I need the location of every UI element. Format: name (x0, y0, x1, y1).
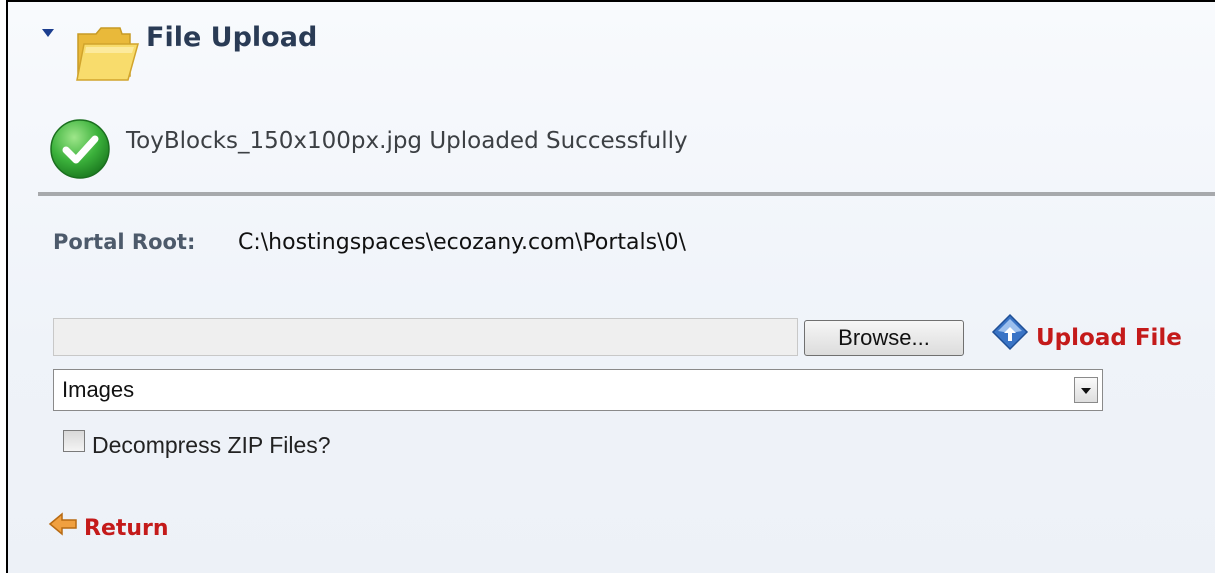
upload-diamond-icon[interactable] (990, 313, 1030, 357)
file-path-input[interactable] (53, 318, 798, 356)
collapse-triangle-icon[interactable] (42, 29, 54, 37)
upload-file-link[interactable]: Upload File (1036, 325, 1182, 351)
folder-icon (74, 20, 140, 88)
arrow-left-icon[interactable] (48, 512, 78, 540)
checkmark-circle-icon (46, 115, 114, 187)
browse-button[interactable]: Browse... (804, 320, 964, 356)
file-upload-panel: File Upload ToyBlocks_150x100px.jpg Uplo… (6, 0, 1215, 573)
upload-success-message: ToyBlocks_150x100px.jpg Uploaded Success… (126, 128, 688, 154)
decompress-zip-checkbox[interactable] (63, 430, 85, 452)
return-link[interactable]: Return (84, 516, 169, 541)
folder-select-value: Images (62, 377, 135, 402)
folder-select[interactable]: Images (53, 369, 1103, 411)
portal-root-path: C:\hostingspaces\ecozany.com\Portals\0\ (238, 230, 686, 255)
decompress-zip-label[interactable]: Decompress ZIP Files? (92, 432, 331, 459)
divider (38, 192, 1215, 196)
portal-root-label: Portal Root: (53, 230, 196, 254)
chevron-down-icon[interactable] (1074, 377, 1098, 403)
section-title: File Upload (146, 22, 318, 53)
